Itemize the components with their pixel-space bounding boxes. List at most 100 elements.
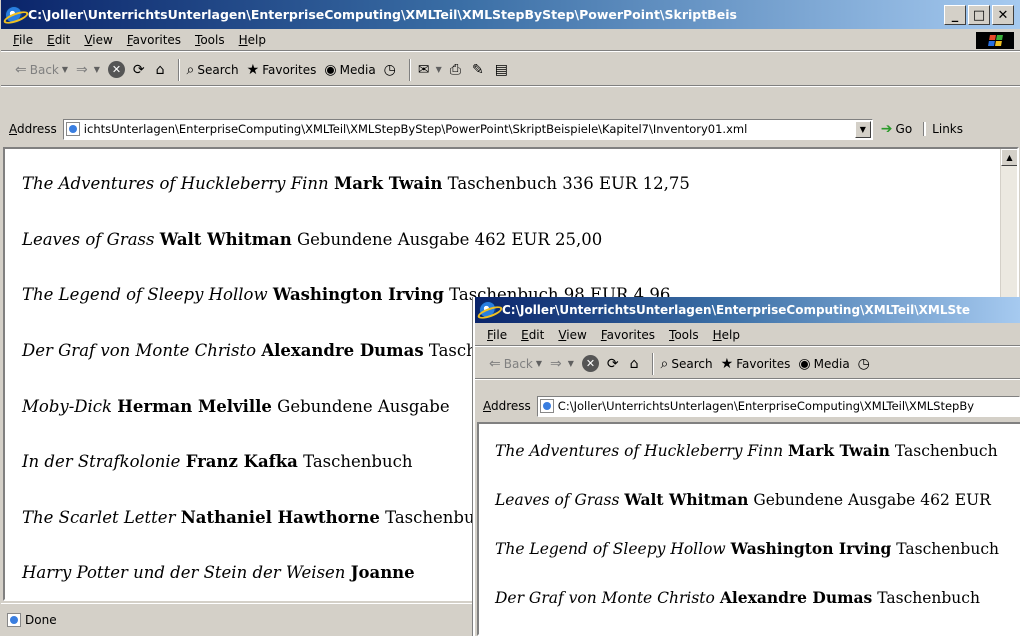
search-icon: ⌕ [660,355,669,372]
book-entry: The Adventures of Huckleberry Finn Mark … [22,174,690,193]
book-entry: Leaves of Grass Walt Whitman Gebundene A… [495,490,991,509]
address-dropdown-button[interactable]: ▼ [854,120,871,138]
go-arrow-icon: ➔ [880,121,893,137]
search-button[interactable]: ⌕ Search [187,62,239,78]
menu-view[interactable]: View [558,328,586,342]
menu-favorites[interactable]: Favorites [127,33,181,47]
history-icon: ◷ [857,355,870,372]
page-icon [65,122,80,136]
go-button[interactable]: ➔ Go [881,121,912,137]
window-title: C:\Joller\UnterrichtsUnterlagen\Enterpri… [502,303,970,317]
windows-logo-icon [976,32,1014,49]
book-entry: Der Graf von Monte Christo Alexandre Dum… [495,588,980,607]
menu-help[interactable]: Help [713,328,740,342]
book-entry: The Adventures of Huckleberry Finn Mark … [495,441,998,460]
menu-file[interactable]: File [13,33,33,47]
menu-view[interactable]: View [84,33,112,47]
history-button[interactable]: ◷ [858,356,873,372]
toolbar-separator [408,58,411,81]
address-input[interactable]: C:\Joller\UnterrichtsUnterlagen\Enterpri… [536,395,1020,417]
back-button[interactable]: ⇐ Back ▼ [15,62,68,78]
address-input[interactable]: ichtsUnterlagen\EnterpriseComputing\XMLT… [62,118,873,140]
maximize-button[interactable]: □ [968,5,990,25]
menu-tools[interactable]: Tools [669,328,699,342]
xml-page-icon [539,399,554,413]
discuss-button[interactable]: ▤ [495,62,511,78]
menu-favorites[interactable]: Favorites [601,328,655,342]
title-bar[interactable]: C:\Joller\UnterrichtsUnterlagen\Enterpri… [1,0,1020,29]
address-label: Address [9,122,57,136]
media-button[interactable]: ◉ Media [798,356,849,372]
standard-toolbar: ⇐ Back ▼ ⇒ ▼ ✕ ⟳ ⌂ ⌕ Search ★ Favorites ◉ Medi… [1,54,1020,86]
book-entry: Leaves of Grass Walt Whitman Gebundene A… [22,230,603,249]
menu-edit[interactable]: Edit [521,328,544,342]
standard-toolbar: ⇐ Back ▼ ⇒ ▼ ✕ ⟳ ⌂ ⌕ Search ★ Favorites ◉ Medi… [475,349,1020,379]
mail-button[interactable]: ✉ ▼ [418,62,442,78]
forward-button[interactable]: ⇒ ▼ [550,356,574,372]
media-button[interactable]: ◉ Media [324,62,375,78]
address-label: Address [483,399,531,413]
forward-button[interactable]: ⇒ ▼ [76,62,100,78]
stop-icon: ✕ [581,355,599,372]
internet-explorer-icon[interactable] [5,5,23,24]
second-browser-window: C:\Joller\UnterrichtsUnterlagen\Enterpri… [473,297,1020,636]
history-button[interactable]: ◷ [384,62,399,78]
favorites-icon: ★ [246,61,260,78]
toolbar-separator [177,58,180,81]
links-button[interactable]: Links [924,122,963,136]
search-button[interactable]: ⌕ Search [661,356,713,372]
minimize-button[interactable]: _ [944,5,966,25]
book-entry: Harry Potter und der Stein der Weisen Jo… [22,563,415,582]
refresh-icon: ⟳ [606,355,619,372]
favorites-icon: ★ [720,355,734,372]
refresh-button[interactable]: ⟳ [607,356,622,372]
print-button[interactable]: ⎙ [450,62,464,78]
mail-icon: ✉ [417,61,430,78]
book-entry: Der Graf von Monte Christo Alexandre Dum… [22,341,538,360]
home-icon: ⌂ [629,355,639,372]
address-value[interactable]: ichtsUnterlagen\EnterpriseComputing\XMLT… [84,122,855,136]
book-entry: Moby-Dick Herman Melville Gebundene Ausg… [22,397,450,416]
stop-button[interactable]: ✕ [107,61,125,78]
book-entry: The Legend of Sleepy Hollow Washington I… [495,539,999,558]
media-icon: ◉ [324,61,337,78]
favorites-button[interactable]: ★ Favorites [721,356,791,372]
close-button[interactable]: ✕ [992,5,1014,25]
menu-help[interactable]: Help [239,33,266,47]
menu-file[interactable]: File [487,328,507,342]
search-icon: ⌕ [186,61,195,78]
home-button[interactable]: ⌂ [630,356,642,372]
back-arrow-icon: ⇐ [15,61,27,78]
status-text: Done [25,613,57,627]
internet-explorer-icon[interactable] [479,301,497,319]
edit-icon: ✎ [471,61,484,78]
history-icon: ◷ [383,61,396,78]
menu-bar: File Edit View Favorites Tools Help [475,325,1020,346]
book-entry: In der Strafkolonie Franz Kafka Taschenb… [22,452,413,471]
status-page-icon [7,613,21,627]
back-arrow-icon: ⇐ [489,355,501,372]
menu-edit[interactable]: Edit [47,33,70,47]
home-icon: ⌂ [155,61,165,78]
back-button[interactable]: ⇐ Back ▼ [489,356,542,372]
menu-bar: File Edit View Favorites Tools Help [1,30,1020,51]
window-title: C:\Joller\UnterrichtsUnterlagen\Enterpri… [28,7,737,22]
address-bar: Address ichtsUnterlagen\EnterpriseComput… [1,116,1020,142]
discuss-icon: ▤ [494,61,508,78]
scroll-up-button[interactable]: ▲ [1001,149,1017,166]
edit-button[interactable]: ✎ [472,62,487,78]
stop-icon: ✕ [107,61,125,78]
menu-tools[interactable]: Tools [195,33,225,47]
stop-button[interactable]: ✕ [581,355,599,372]
page-content: The Adventures of Huckleberry Finn Mark … [477,422,1020,636]
address-value[interactable]: C:\Joller\UnterrichtsUnterlagen\Enterpri… [558,399,1019,413]
favorites-button[interactable]: ★ Favorites [247,62,317,78]
title-bar[interactable]: C:\Joller\UnterrichtsUnterlagen\Enterpri… [475,297,1020,323]
book-entry: The Scarlet Letter Nathaniel Hawthorne T… [22,508,495,527]
forward-arrow-icon: ⇒ [550,355,562,372]
forward-arrow-icon: ⇒ [76,61,88,78]
toolbar-separator [651,352,654,375]
refresh-button[interactable]: ⟳ [133,62,148,78]
print-icon: ⎙ [449,61,461,78]
home-button[interactable]: ⌂ [156,62,168,78]
